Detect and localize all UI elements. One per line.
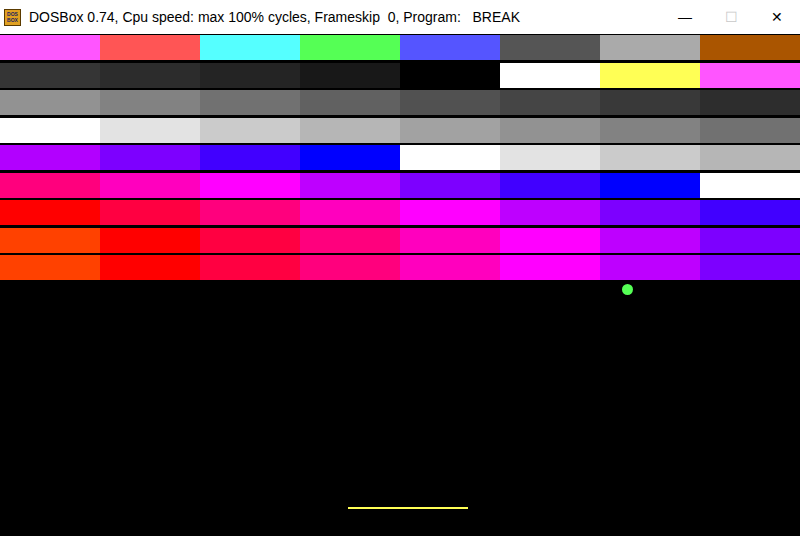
paddle[interactable] xyxy=(348,507,468,509)
brick xyxy=(700,35,800,60)
brick xyxy=(600,255,700,280)
brick xyxy=(600,200,700,225)
brick-row xyxy=(0,200,800,225)
window-control-button[interactable]: ✕ xyxy=(754,0,800,34)
window-title: DOSBox 0.74, Cpu speed: max 100% cycles,… xyxy=(29,7,520,28)
brick xyxy=(700,145,800,170)
brick xyxy=(200,63,300,88)
brick xyxy=(200,145,300,170)
window-control-button: ☐ xyxy=(708,0,754,34)
brick xyxy=(300,228,400,253)
brick xyxy=(200,173,300,198)
brick-row xyxy=(0,173,800,198)
brick xyxy=(100,173,200,198)
brick xyxy=(200,200,300,225)
brick xyxy=(300,90,400,115)
title-bar: DOSBOX DOSBox 0.74, Cpu speed: max 100% c… xyxy=(0,0,800,34)
brick-row xyxy=(0,90,800,115)
brick xyxy=(400,90,500,115)
dosbox-window: DOSBOX DOSBox 0.74, Cpu speed: max 100% c… xyxy=(0,0,800,536)
brick xyxy=(0,228,100,253)
brick xyxy=(600,228,700,253)
brick xyxy=(400,35,500,60)
brick xyxy=(400,255,500,280)
brick xyxy=(100,255,200,280)
brick xyxy=(0,200,100,225)
brick-row xyxy=(0,35,800,60)
brick xyxy=(400,200,500,225)
brick xyxy=(500,118,600,143)
brick xyxy=(200,255,300,280)
brick xyxy=(300,35,400,60)
brick xyxy=(300,173,400,198)
brick xyxy=(700,90,800,115)
game-screen xyxy=(0,34,800,536)
brick xyxy=(700,228,800,253)
brick xyxy=(400,63,500,88)
brick xyxy=(500,200,600,225)
brick xyxy=(500,35,600,60)
brick xyxy=(300,255,400,280)
brick xyxy=(200,35,300,60)
brick-wall xyxy=(0,35,800,280)
brick xyxy=(700,118,800,143)
brick xyxy=(100,145,200,170)
brick xyxy=(0,35,100,60)
brick xyxy=(0,255,100,280)
brick xyxy=(600,90,700,115)
brick xyxy=(200,118,300,143)
brick-row xyxy=(0,63,800,88)
brick xyxy=(700,173,800,198)
brick xyxy=(500,90,600,115)
brick xyxy=(100,200,200,225)
brick xyxy=(600,118,700,143)
brick xyxy=(100,35,200,60)
brick xyxy=(0,145,100,170)
brick-row xyxy=(0,255,800,280)
window-control-button[interactable]: — xyxy=(662,0,708,34)
brick xyxy=(100,63,200,88)
dosbox-icon: DOSBOX xyxy=(4,9,21,26)
brick-row xyxy=(0,228,800,253)
brick xyxy=(0,63,100,88)
brick xyxy=(100,90,200,115)
brick xyxy=(700,255,800,280)
brick xyxy=(500,228,600,253)
brick xyxy=(600,35,700,60)
brick xyxy=(300,145,400,170)
brick-row xyxy=(0,145,800,170)
brick xyxy=(300,118,400,143)
brick xyxy=(400,173,500,198)
brick xyxy=(400,145,500,170)
icon-label: BOX xyxy=(7,17,18,23)
ball xyxy=(622,284,633,295)
brick xyxy=(100,228,200,253)
window-controls: —☐✕ xyxy=(662,0,800,34)
brick xyxy=(0,118,100,143)
brick xyxy=(0,173,100,198)
brick xyxy=(600,63,700,88)
brick xyxy=(500,255,600,280)
brick xyxy=(600,173,700,198)
brick xyxy=(200,228,300,253)
brick xyxy=(100,118,200,143)
brick-row xyxy=(0,118,800,143)
brick xyxy=(400,118,500,143)
brick xyxy=(700,200,800,225)
icon-label: DOS xyxy=(7,11,18,17)
brick xyxy=(700,63,800,88)
brick xyxy=(300,63,400,88)
brick xyxy=(200,90,300,115)
brick xyxy=(300,200,400,225)
brick xyxy=(0,90,100,115)
brick xyxy=(400,228,500,253)
brick xyxy=(500,63,600,88)
brick xyxy=(500,173,600,198)
brick xyxy=(500,145,600,170)
brick xyxy=(600,145,700,170)
